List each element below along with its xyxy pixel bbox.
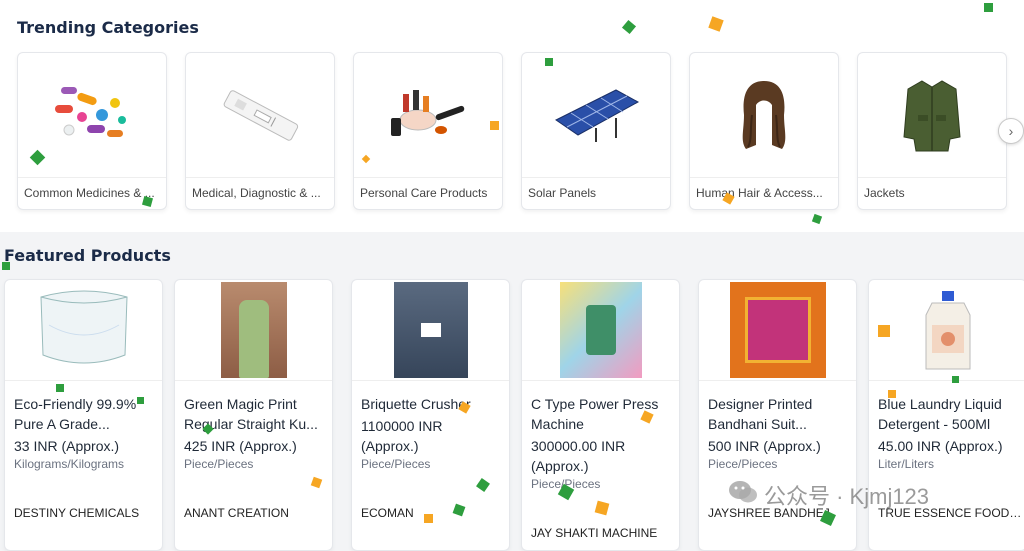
category-card-medical-diagnostic[interactable]: Medical, Diagnostic & ...: [185, 52, 335, 210]
seller-name[interactable]: ECOMAN: [361, 506, 505, 520]
hair-wig-icon: [690, 53, 838, 176]
product-name[interactable]: Briquette Crusher: [361, 394, 501, 414]
product-unit: Piece/Pieces: [184, 457, 254, 471]
product-card[interactable]: Eco-Friendly 99.9% Pure A Grade... 33 IN…: [4, 279, 163, 551]
test-strip-icon: [186, 53, 334, 176]
product-name[interactable]: Eco-Friendly 99.9% Pure A Grade...: [14, 394, 154, 434]
category-label: Personal Care Products: [354, 177, 502, 209]
product-price: 1100000 INR (Approx.): [361, 418, 443, 454]
wechat-icon: [728, 479, 758, 511]
product-image: [352, 280, 509, 381]
product-name[interactable]: Designer Printed Bandhani Suit...: [708, 394, 848, 434]
product-price: 45.00 INR (Approx.): [878, 438, 1003, 454]
product-image: [699, 280, 856, 381]
product-unit: Kilograms/Kilograms: [14, 457, 125, 471]
category-card-medicines[interactable]: Common Medicines & ...: [17, 52, 167, 210]
product-unit: Liter/Liters: [878, 457, 935, 471]
featured-title: Featured Products: [4, 246, 171, 265]
seller-name[interactable]: ANANT CREATION: [184, 506, 328, 520]
category-label: Medical, Diagnostic & ...: [186, 177, 334, 209]
product-image: [175, 280, 332, 381]
product-price: 33 INR (Approx.): [14, 438, 120, 454]
product-unit: Piece/Pieces: [531, 477, 601, 491]
category-label: Human Hair & Access...: [690, 177, 838, 209]
product-name[interactable]: Blue Laundry Liquid Detergent - 500Ml: [878, 394, 1018, 434]
trending-categories-section: Trending Categories Common Medicines & .…: [0, 0, 1024, 232]
category-card-personal-care[interactable]: Personal Care Products: [353, 52, 503, 210]
product-image: [5, 280, 162, 381]
product-image: [869, 280, 1024, 381]
category-card-jackets[interactable]: Jackets: [857, 52, 1007, 210]
product-name[interactable]: C Type Power Press Machine: [531, 394, 671, 434]
product-unit: Piece/Pieces: [708, 457, 778, 471]
cosmetics-icon: [354, 53, 502, 176]
product-card[interactable]: Briquette Crusher 1100000 INR (Approx.) …: [351, 279, 510, 551]
category-label: Common Medicines & ...: [18, 177, 166, 209]
seller-name[interactable]: JAY SHAKTI MACHINE: [531, 526, 675, 540]
category-card-solar-panels[interactable]: Solar Panels: [521, 52, 671, 210]
solar-panel-icon: [522, 53, 670, 176]
category-card-human-hair[interactable]: Human Hair & Access...: [689, 52, 839, 210]
category-label: Solar Panels: [522, 177, 670, 209]
product-card[interactable]: C Type Power Press Machine 300000.00 INR…: [521, 279, 680, 551]
product-unit: Piece/Pieces: [361, 457, 431, 471]
watermark: 公众号 · Kjmj123: [728, 480, 929, 510]
product-price: 425 INR (Approx.): [184, 438, 297, 454]
product-card[interactable]: Green Magic Print Regular Straight Ku...…: [174, 279, 333, 551]
seller-name[interactable]: DESTINY CHEMICALS: [14, 506, 158, 520]
product-price: 300000.00 INR (Approx.): [531, 438, 626, 474]
jacket-icon: [858, 53, 1006, 176]
product-price: 500 INR (Approx.): [708, 438, 821, 454]
product-name[interactable]: Green Magic Print Regular Straight Ku...: [184, 394, 324, 434]
watermark-text: 公众号 · Kjmj123: [764, 484, 930, 509]
product-image: [522, 280, 679, 381]
medicine-pills-icon: [18, 53, 166, 176]
carousel-next-button[interactable]: ›: [998, 118, 1024, 144]
trending-title: Trending Categories: [17, 18, 199, 37]
category-label: Jackets: [858, 177, 1006, 209]
chevron-right-icon: ›: [1008, 123, 1014, 139]
